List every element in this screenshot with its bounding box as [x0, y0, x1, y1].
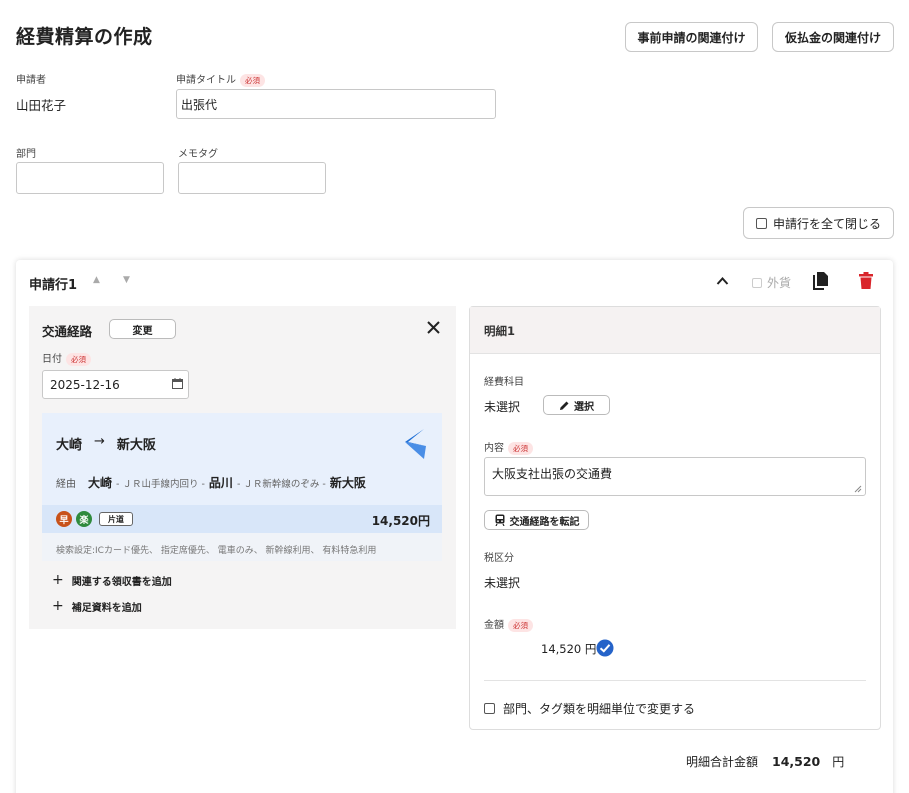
route-summary-box [42, 413, 442, 505]
content-label-text: 内容 [484, 443, 504, 454]
trash-icon[interactable] [859, 272, 873, 289]
route-to: 新大阪 [116, 438, 156, 453]
transcribe-label: 交通経路を転記 [509, 516, 580, 528]
title-input[interactable]: 出張代 [176, 89, 496, 119]
content-value: 大阪支社出張の交通費 [492, 467, 613, 481]
title-label-text: 申請タイトル [176, 75, 236, 86]
tax-label: 税区分 [484, 553, 514, 564]
via-label: 経由 [56, 479, 76, 490]
add-material-button[interactable]: + 補足資料を追加 [52, 598, 142, 614]
fare-value: 14,520円 [371, 514, 430, 528]
content-label: 内容 必須 [484, 439, 533, 455]
pencil-icon [560, 401, 569, 410]
add-receipt-button[interactable]: + 関連する領収書を追加 [52, 572, 172, 588]
expense-item-select-button[interactable]: 選択 [543, 395, 610, 415]
add-receipt-label: 関連する領収書を追加 [71, 576, 172, 588]
detail-header [470, 307, 880, 354]
total-label: 明細合計金額 [686, 755, 759, 769]
change-per-detail-option[interactable]: 部門、タグ類を明細単位で変更する [484, 700, 695, 717]
title-label: 申請タイトル 必須 [176, 71, 265, 87]
collapse-all-button[interactable]: 申請行を全て閉じる [743, 207, 894, 239]
applicant-label: 申請者 [16, 75, 46, 86]
amount-value: 14,520 円 [541, 642, 597, 656]
move-down-icon[interactable]: ▼ [123, 275, 130, 285]
select-label: 選択 [574, 401, 594, 413]
plus-icon: + [52, 572, 64, 588]
content-textarea[interactable]: 大阪支社出張の交通費 [484, 457, 866, 496]
via-line2: - ＪＲ新幹線のぞみ - [236, 479, 326, 490]
link-advance-payment-button[interactable]: 仮払金の関連付け [772, 22, 894, 52]
route-via: 経由 大崎 - ＪＲ山手線内回り - 品川 - ＪＲ新幹線のぞみ - 新大阪 [56, 474, 366, 491]
check-circle-icon [596, 639, 614, 657]
plus-icon: + [52, 598, 64, 614]
route-from-to: 大崎 → 新大阪 [56, 434, 156, 453]
airline-icon [405, 429, 426, 459]
calendar-icon[interactable] [172, 378, 183, 389]
oneway-badge: 片道 [99, 512, 133, 526]
resize-handle-icon[interactable] [854, 485, 862, 493]
date-value: 2025-12-16 [50, 377, 120, 392]
easy-badge: 楽 [76, 511, 92, 527]
total-unit: 円 [832, 755, 845, 769]
via-end: 新大阪 [329, 476, 366, 490]
date-label-text: 日付 [42, 354, 62, 365]
expense-item-label: 経費科目 [484, 377, 524, 388]
detail-title: 明細1 [484, 324, 516, 338]
search-settings: 検索設定:ICカード優先、 指定席優先、 電車のみ、 新幹線利用、 有料特急利用 [56, 546, 377, 556]
memo-tag-input[interactable] [178, 162, 326, 194]
expense-item-value: 未選択 [484, 400, 521, 414]
route-change-button[interactable]: 変更 [109, 319, 176, 339]
memo-tag-label: メモタグ [178, 149, 218, 160]
dept-label: 部門 [16, 149, 36, 160]
foreign-currency-label: 外貨 [767, 276, 792, 290]
total-amount: 明細合計金額 14,520 円 [686, 753, 844, 770]
route-title: 交通経路 [42, 324, 93, 339]
line-title: 申請行1 [29, 278, 78, 293]
amount-label-text: 金額 [484, 620, 504, 631]
via-mid: 品川 [208, 476, 233, 490]
collapse-all-label: 申請行を全て閉じる [772, 216, 881, 231]
date-label: 日付 必須 [42, 350, 91, 366]
title-input-value: 出張代 [181, 97, 218, 112]
required-badge: 必須 [508, 618, 533, 632]
change-per-detail-label: 部門、タグ類を明細単位で変更する [503, 702, 696, 716]
tax-value: 未選択 [484, 576, 521, 590]
close-icon[interactable] [427, 321, 440, 334]
amount-label: 金額 必須 [484, 616, 533, 632]
applicant-value: 山田花子 [16, 98, 67, 113]
via-start: 大崎 [88, 476, 113, 490]
date-input[interactable]: 2025-12-16 [42, 370, 189, 399]
route-from: 大崎 [56, 438, 83, 453]
required-badge: 必須 [508, 441, 533, 455]
route-arrow: → [94, 434, 105, 449]
required-badge: 必須 [240, 73, 265, 87]
collapse-chevron-icon[interactable] [716, 276, 729, 286]
required-badge: 必須 [66, 352, 91, 366]
link-pre-application-button[interactable]: 事前申請の関連付け [625, 22, 758, 52]
via-line1: - ＪＲ山手線内回り - [116, 479, 205, 490]
fast-badge: 早 [56, 511, 72, 527]
copy-icon[interactable] [812, 271, 830, 291]
page-title: 経費精算の作成 [16, 26, 153, 48]
foreign-currency-checkbox[interactable] [752, 277, 762, 288]
total-value: 14,520 [772, 754, 821, 769]
dept-input[interactable] [16, 162, 164, 194]
foreign-currency-toggle[interactable]: 外貨 [752, 274, 791, 291]
transcribe-route-button[interactable]: 交通経路を転記 [484, 510, 589, 530]
train-icon [494, 514, 505, 526]
collapse-all-checkbox[interactable] [755, 217, 767, 229]
move-up-icon[interactable]: ▲ [93, 275, 100, 285]
divider [484, 680, 866, 681]
change-per-detail-checkbox[interactable] [484, 703, 495, 714]
add-material-label: 補足資料を追加 [71, 602, 142, 614]
